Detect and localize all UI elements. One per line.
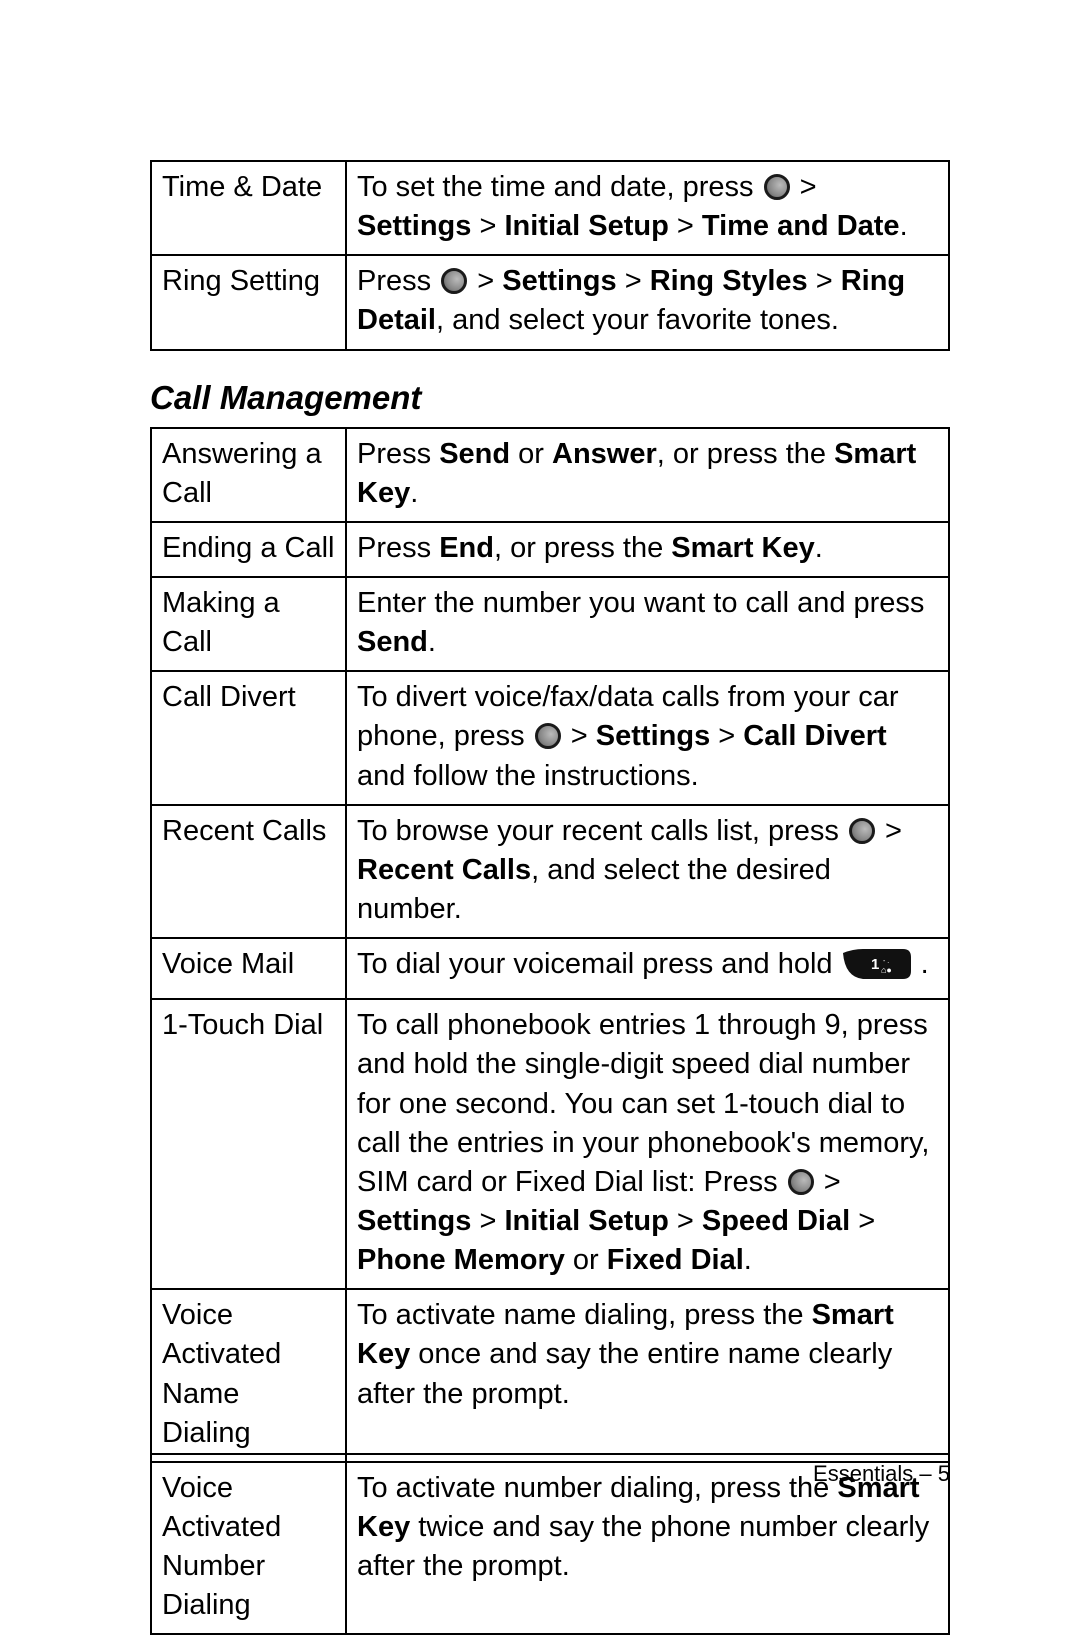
row-description: Press End, or press the Smart Key. (346, 522, 949, 577)
page-footer: Essentials – 5 (150, 1453, 950, 1487)
table-row: Time & DateTo set the time and date, pre… (151, 161, 949, 255)
row-label: Time & Date (151, 161, 346, 255)
row-description: Press > Settings > Ring Styles > Ring De… (346, 255, 949, 349)
row-label: Call Divert (151, 671, 346, 804)
page: Time & DateTo set the time and date, pre… (0, 0, 1080, 1622)
menu-icon (849, 818, 875, 844)
table-row: Answering a CallPress Send or Answer, or… (151, 428, 949, 522)
table-row: Making a CallEnter the number you want t… (151, 577, 949, 671)
row-label: Answering a Call (151, 428, 346, 522)
table-row: Ring SettingPress > Settings > Ring Styl… (151, 255, 949, 349)
row-label: Ending a Call (151, 522, 346, 577)
row-label: Voice Mail (151, 938, 346, 999)
row-description: To divert voice/fax/data calls from your… (346, 671, 949, 804)
table-row: 1-Touch DialTo call phonebook entries 1 … (151, 999, 949, 1289)
row-description: To set the time and date, press > Settin… (346, 161, 949, 255)
svg-text:⌂●: ⌂● (881, 965, 892, 975)
row-description: To call phonebook entries 1 through 9, p… (346, 999, 949, 1289)
settings-table: Time & DateTo set the time and date, pre… (150, 160, 950, 351)
row-label: Recent Calls (151, 805, 346, 938)
row-description: Enter the number you want to call and pr… (346, 577, 949, 671)
section-heading: Call Management (150, 379, 950, 417)
row-label: 1-Touch Dial (151, 999, 346, 1289)
svg-text:- .: - . (883, 958, 889, 965)
table-row: Voice MailTo dial your voicemail press a… (151, 938, 949, 999)
menu-icon (764, 174, 790, 200)
key-1-icon: 1 - .⌂● (843, 949, 911, 990)
row-label: Voice Activated Number Dialing (151, 1462, 346, 1635)
row-description: To activate name dialing, press the Smar… (346, 1289, 949, 1462)
row-label: Voice Activated Name Dialing (151, 1289, 346, 1462)
row-description: Press Send or Answer, or press the Smart… (346, 428, 949, 522)
svg-text:1: 1 (871, 956, 879, 973)
menu-icon (788, 1169, 814, 1195)
menu-icon (535, 723, 561, 749)
table-row: Call DivertTo divert voice/fax/data call… (151, 671, 949, 804)
table-row: Recent CallsTo browse your recent calls … (151, 805, 949, 938)
table-row: Ending a CallPress End, or press the Sma… (151, 522, 949, 577)
row-description: To dial your voicemail press and hold 1-… (346, 938, 949, 999)
row-description: To browse your recent calls list, press … (346, 805, 949, 938)
table-row: Voice Activated Number DialingTo activat… (151, 1462, 949, 1635)
row-label: Ring Setting (151, 255, 346, 349)
row-description: To activate number dialing, press the Sm… (346, 1462, 949, 1635)
row-label: Making a Call (151, 577, 346, 671)
table-row: Voice Activated Name DialingTo activate … (151, 1289, 949, 1462)
menu-icon (441, 268, 467, 294)
